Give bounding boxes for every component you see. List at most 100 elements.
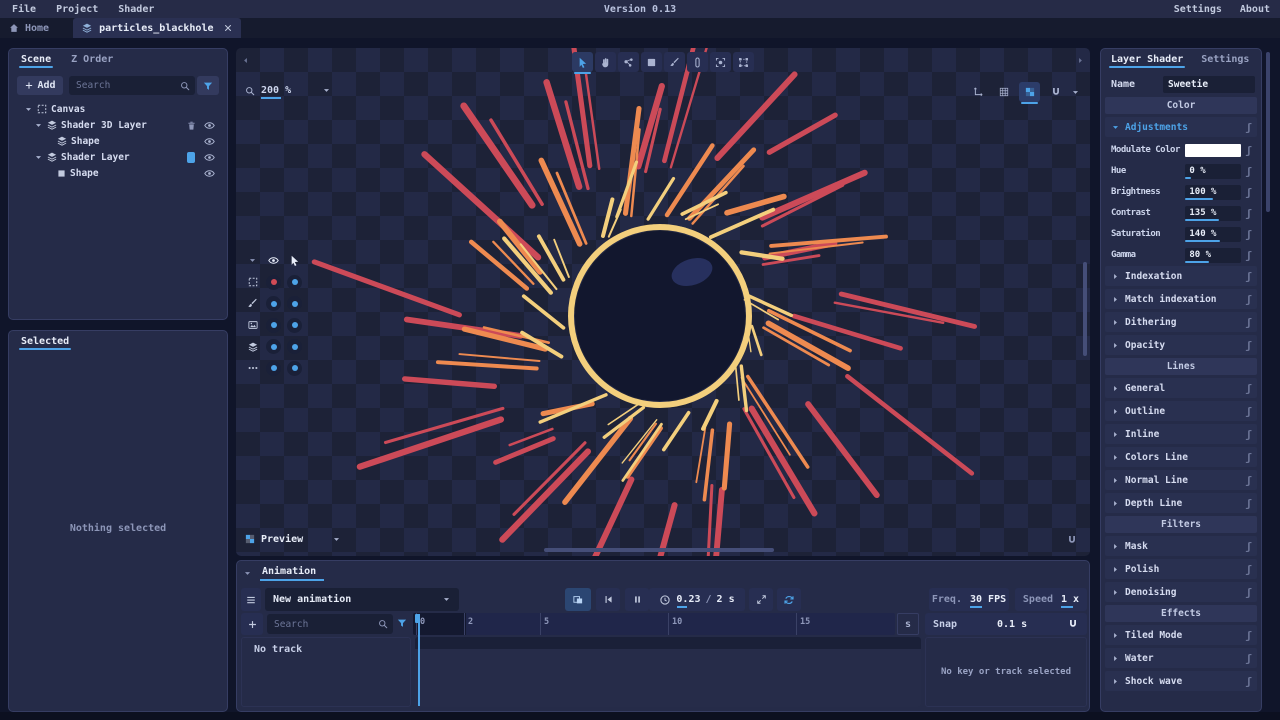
property-group-indexation[interactable]: Indexationʃ [1105,266,1257,286]
animation-collapse-icon[interactable] [243,569,252,578]
menu-settings[interactable]: Settings [1174,4,1222,15]
speed-field[interactable]: Speed 1 x [1015,588,1087,611]
brush-tool-button[interactable] [664,52,685,72]
eye-icon[interactable] [201,135,217,148]
property-group-tiled-mode[interactable]: Tiled Modeʃ [1105,625,1257,645]
matrix-collapse-icon[interactable] [242,256,263,265]
property-group-inline[interactable]: Inlineʃ [1105,424,1257,444]
transform-tool-button[interactable] [733,52,754,72]
visibility-dot[interactable] [266,275,281,290]
grid-toggle-button[interactable] [993,82,1014,102]
canvas-vertical-scrollbar[interactable] [1083,262,1087,356]
tree-item-canvas[interactable]: Canvas [15,101,221,117]
pause-button[interactable] [625,588,649,611]
time-current[interactable]: 0.23 [676,594,700,605]
property-group-dithering[interactable]: Ditheringʃ [1105,312,1257,332]
preview-dropdown-icon[interactable] [332,535,341,544]
corner-magnet-icon[interactable] [1066,534,1078,546]
property-group-outline[interactable]: Outlineʃ [1105,401,1257,421]
zoom-dropdown-icon[interactable] [322,86,331,95]
keyframe-function-icon[interactable]: ʃ [1245,587,1252,598]
menu-about[interactable]: About [1240,4,1270,15]
tab-layer-shader[interactable]: Layer Shader [1109,49,1185,68]
keyframe-function-icon[interactable]: ʃ [1245,187,1252,198]
field-value[interactable]: 80 % [1185,248,1241,263]
axes-toggle-button[interactable] [967,82,988,102]
menu-project[interactable]: Project [56,4,98,15]
rect-tool-button[interactable] [641,52,662,72]
shader-name-input[interactable] [1163,76,1255,93]
tree-item-shape[interactable]: Shape [15,133,221,149]
selectability-dot[interactable] [287,339,302,354]
collapse-left-icon[interactable] [241,56,250,65]
keyframe-function-icon[interactable]: ʃ [1245,122,1252,133]
track-list[interactable]: No track [241,637,411,707]
property-group-polish[interactable]: Polishʃ [1105,559,1257,579]
keyframe-function-icon[interactable]: ʃ [1245,271,1252,282]
keyframe-function-icon[interactable]: ʃ [1245,498,1252,509]
canvas-viewport[interactable]: 200 % Preview [236,48,1090,556]
modulate-color-swatch[interactable] [1185,144,1241,157]
tab-settings[interactable]: Settings [1199,49,1251,68]
property-group-colors-line[interactable]: Colors Lineʃ [1105,447,1257,467]
keyframe-function-icon[interactable]: ʃ [1245,294,1252,305]
keyframe-function-icon[interactable]: ʃ [1245,630,1252,641]
scene-search-input[interactable] [76,80,179,91]
tab-scene[interactable]: Scene [19,49,53,68]
pill-tool-button[interactable] [687,52,708,72]
eye-icon[interactable] [201,119,217,132]
keyframe-function-icon[interactable]: ʃ [1245,317,1252,328]
field-value[interactable]: 100 % [1185,185,1241,200]
keyframe-function-icon[interactable]: ʃ [1245,166,1252,177]
property-group-denoising[interactable]: Denoisingʃ [1105,582,1257,602]
tree-caret-icon[interactable] [33,121,43,130]
track-search-input[interactable] [274,619,377,630]
visibility-dot[interactable] [266,361,281,376]
tree-caret-icon[interactable] [23,105,33,114]
keyframe-function-icon[interactable]: ʃ [1245,564,1252,575]
tree-caret-icon[interactable] [33,153,43,162]
tab-animation[interactable]: Animation [262,566,316,580]
keyframe-function-icon[interactable]: ʃ [1245,452,1252,463]
keyframe-function-icon[interactable]: ʃ [1245,676,1252,687]
selectability-dot[interactable] [287,296,302,311]
buffer-badge[interactable] [187,152,195,163]
property-group-mask[interactable]: Maskʃ [1105,536,1257,556]
checker-toggle-button[interactable] [1019,82,1040,102]
animation-select[interactable]: New animation [265,588,459,611]
scene-search[interactable] [69,76,195,95]
keyframe-function-icon[interactable]: ʃ [1245,406,1252,417]
keyframe-function-icon[interactable]: ʃ [1245,340,1252,351]
keyframe-function-icon[interactable]: ʃ [1245,229,1252,240]
snap-magnet-icon[interactable] [1067,618,1079,630]
playhead-line[interactable] [418,614,420,706]
snap-field[interactable]: Snap 0.1 s [925,613,1087,635]
hand-tool-button[interactable] [595,52,616,72]
keyframe-function-icon[interactable]: ʃ [1245,250,1252,261]
tree-item-shader-3d-layer[interactable]: Shader 3D Layer [15,117,221,133]
time-display[interactable]: 0.23 / 2 s [649,588,745,611]
loop-button[interactable] [777,588,801,611]
tab-selected[interactable]: Selected [19,331,71,350]
keyframe-function-icon[interactable]: ʃ [1245,145,1252,156]
add-track-button[interactable] [241,613,263,635]
eye-icon[interactable] [201,167,217,180]
keyframe-function-icon[interactable]: ʃ [1245,541,1252,552]
tab-home[interactable]: Home [0,18,59,38]
tab-particles-blackhole[interactable]: particles_blackhole [73,18,241,38]
property-group-adjustments[interactable]: Adjustmentsʃ [1105,117,1257,137]
menu-shader[interactable]: Shader [118,4,154,15]
canvas-horizontal-scrollbar[interactable] [544,548,774,552]
menu-file[interactable]: File [12,4,36,15]
field-value[interactable]: 140 % [1185,227,1241,242]
property-group-water[interactable]: Waterʃ [1105,648,1257,668]
track-area[interactable] [415,637,921,707]
frequency-field[interactable]: Freq. 30 FPS [929,588,1009,611]
scene-filter-button[interactable] [197,76,219,95]
selectability-dot[interactable] [287,361,302,376]
tree-item-shape[interactable]: Shape [15,165,221,181]
property-group-general[interactable]: Generalʃ [1105,378,1257,398]
add-node-button[interactable]: Add [17,76,63,95]
zoom-control[interactable]: 200 % [244,82,331,99]
keyframe-function-icon[interactable]: ʃ [1245,208,1252,219]
